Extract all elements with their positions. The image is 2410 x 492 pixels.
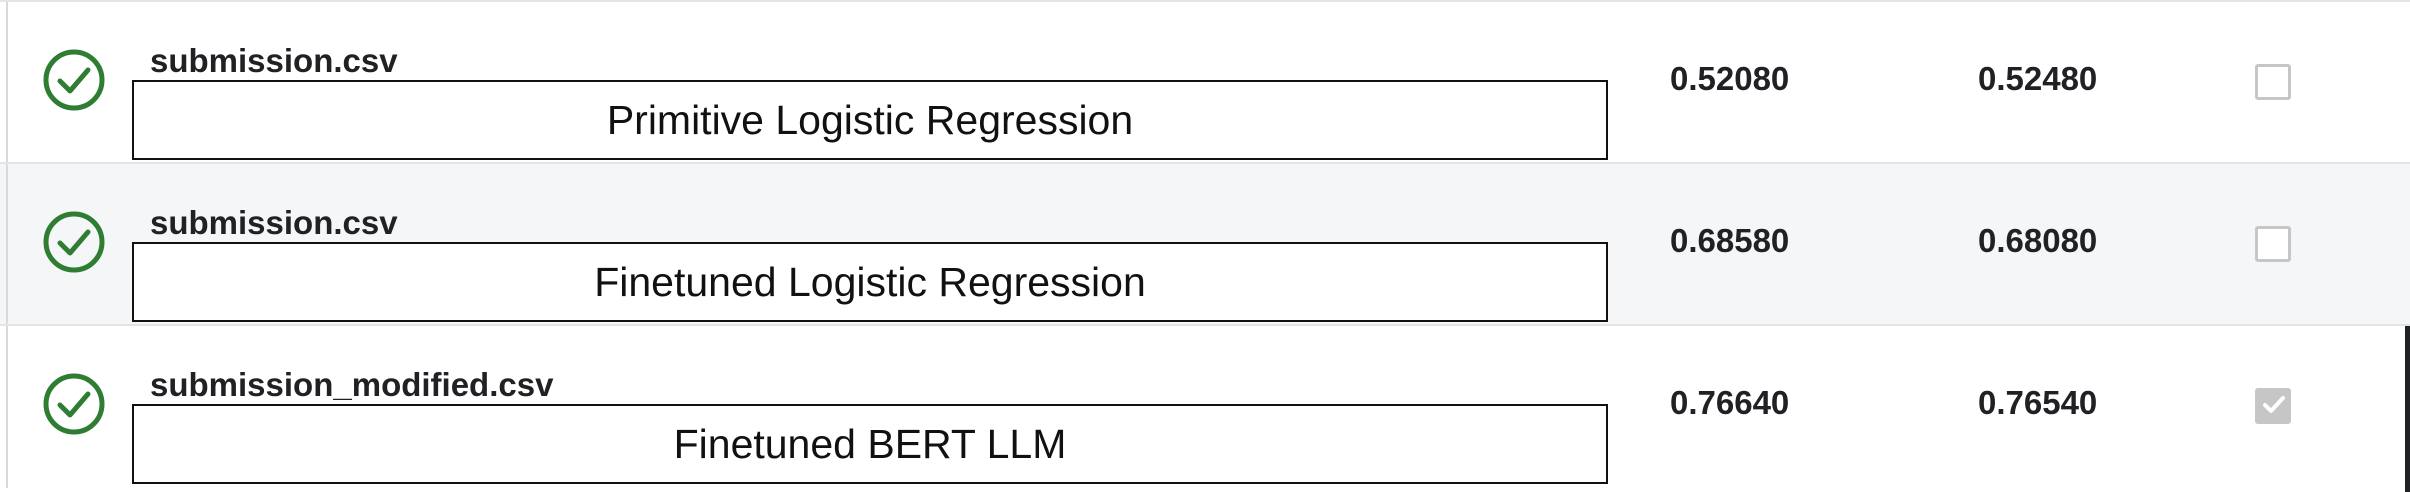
submissions-table: submission.csv Primitive Logistic Regres… [0, 0, 2410, 492]
private-score: 0.52080 [1670, 60, 1790, 97]
submission-filename[interactable]: submission.csv [150, 42, 398, 80]
scrollbar[interactable] [2405, 326, 2410, 492]
submission-description[interactable]: Finetuned BERT LLM [132, 404, 1608, 484]
table-row: submission.csv Finetuned Logistic Regres… [0, 164, 2410, 326]
check-circle-icon [43, 211, 105, 273]
table-row: submission.csv Primitive Logistic Regres… [0, 2, 2410, 164]
select-checkbox[interactable] [2255, 64, 2291, 100]
table-row: submission_modified.csv Finetuned BERT L… [0, 326, 2410, 488]
checkmark-icon [2263, 396, 2285, 413]
check-circle-icon [43, 373, 105, 435]
submission-filename[interactable]: submission_modified.csv [150, 366, 553, 404]
public-score: 0.68080 [1978, 222, 2098, 259]
submission-filename[interactable]: submission.csv [150, 204, 398, 242]
select-checkbox[interactable] [2255, 226, 2291, 262]
submission-description[interactable]: Primitive Logistic Regression [132, 80, 1608, 160]
row-divider [6, 326, 8, 488]
select-checkbox[interactable] [2255, 388, 2291, 424]
row-divider [6, 2, 8, 162]
public-score: 0.52480 [1978, 60, 2098, 97]
row-divider [6, 164, 8, 324]
check-circle-icon [43, 49, 105, 111]
submission-description[interactable]: Finetuned Logistic Regression [132, 242, 1608, 322]
private-score: 0.76640 [1670, 384, 1790, 421]
private-score: 0.68580 [1670, 222, 1790, 259]
public-score: 0.76540 [1978, 384, 2098, 421]
